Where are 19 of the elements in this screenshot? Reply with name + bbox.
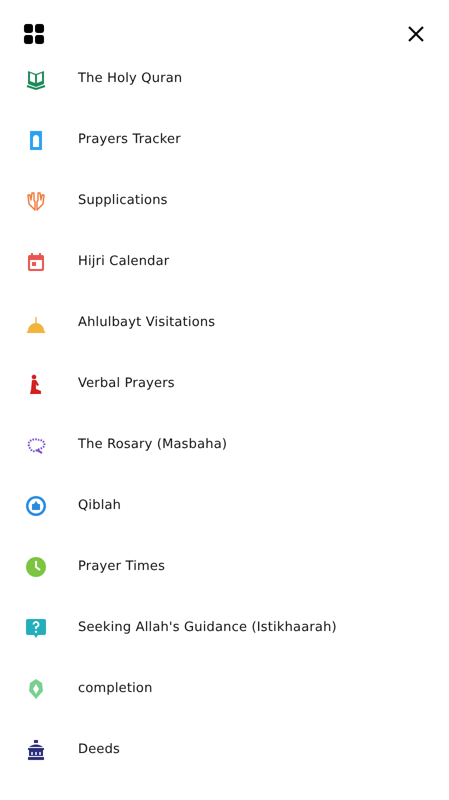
- menu-item[interactable]: Verbal Prayers: [0, 353, 449, 414]
- menu-item[interactable]: Supplications: [0, 170, 449, 231]
- calendar-icon: [25, 250, 47, 272]
- menu-item[interactable]: Seeking Allah's Guidance (Istikhaarah): [0, 597, 449, 658]
- question-bubble-icon: [25, 616, 47, 638]
- menu-item[interactable]: Prayer Times: [0, 536, 449, 597]
- menu-item[interactable]: The Holy Quran: [0, 48, 449, 109]
- menu-item[interactable]: Ahlulbayt Visitations: [0, 292, 449, 353]
- menu-item[interactable]: Deeds: [0, 719, 449, 780]
- raised-hands-icon: [25, 190, 47, 212]
- lantern-icon: [25, 738, 47, 760]
- menu-item[interactable]: completion: [0, 658, 449, 719]
- menu-item[interactable]: Qiblah: [0, 475, 449, 536]
- close-icon[interactable]: [408, 26, 424, 42]
- grid-icon[interactable]: [24, 24, 44, 44]
- menu-item[interactable]: Hijri Calendar: [0, 231, 449, 292]
- clock-icon: [25, 556, 47, 578]
- menu-item[interactable]: Prayers Tracker: [0, 109, 449, 170]
- menu-item[interactable]: The Rosary (Masbaha): [0, 414, 449, 475]
